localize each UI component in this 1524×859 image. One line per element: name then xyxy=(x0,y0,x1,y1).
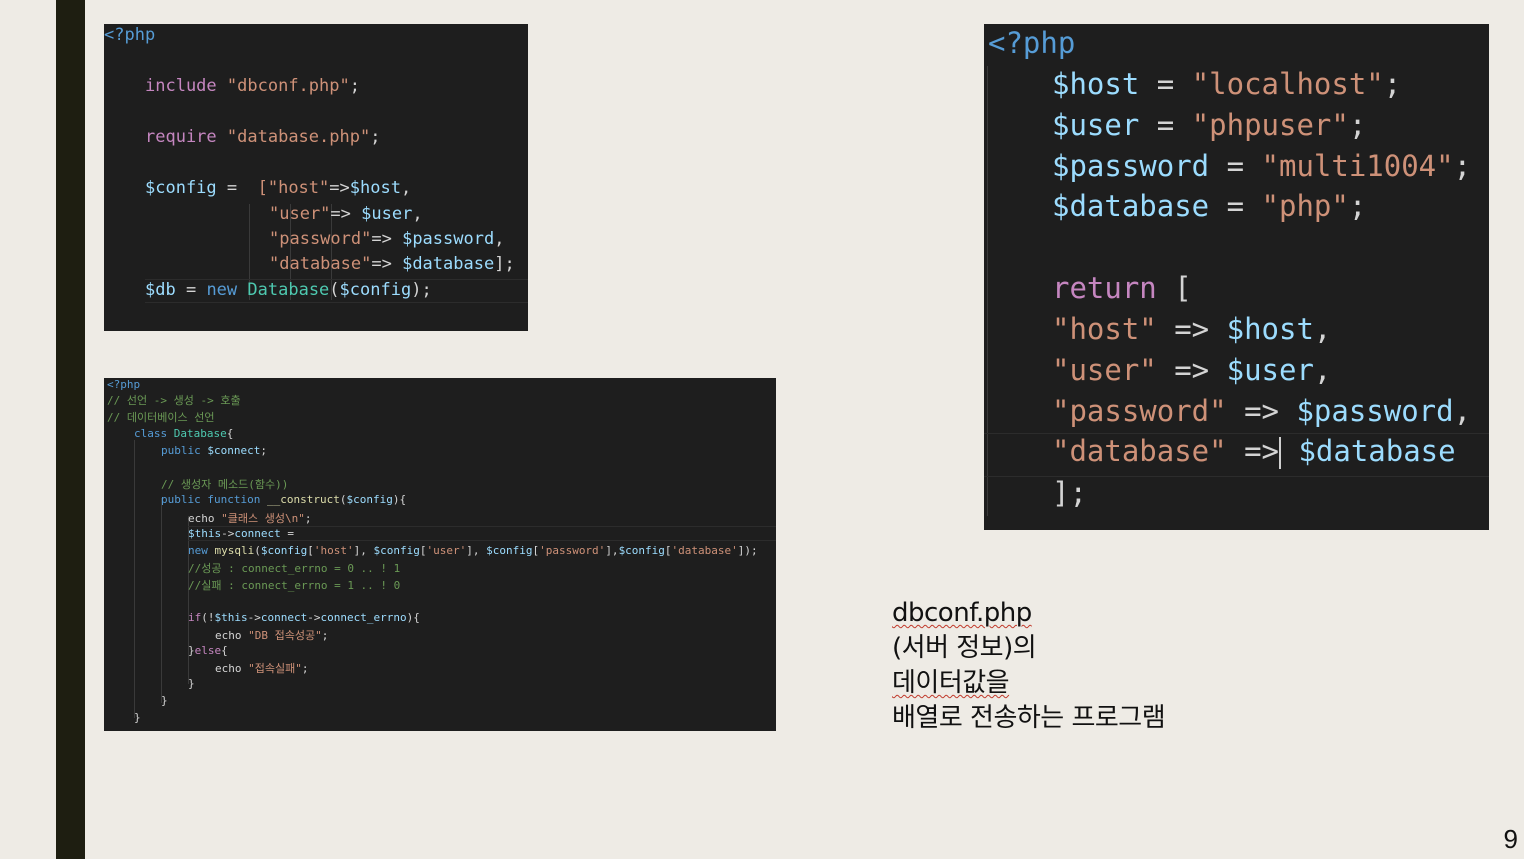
code-line: public function __construct($config){ xyxy=(161,493,407,506)
code-line: $host = "localhost"; xyxy=(1052,67,1402,101)
code-line: <?php xyxy=(988,26,1076,60)
code-line: }else{ xyxy=(188,644,228,657)
code-screenshot-main: <?php include "dbconf.php"; require "dat… xyxy=(104,24,528,331)
code-line: // 생성자 메소드(함수)) xyxy=(161,478,289,491)
code-line: echo "클래스 생성\n"; xyxy=(188,512,312,525)
code-line: "user" => $user, xyxy=(1052,353,1332,387)
code-line: "user"=> $user, xyxy=(269,204,423,224)
code-line: return [ xyxy=(1052,271,1192,305)
text-cursor xyxy=(1279,437,1281,469)
code-line: ]; xyxy=(1052,476,1087,510)
code-line: include "dbconf.php"; xyxy=(145,76,360,96)
code-line: <?php xyxy=(107,378,141,391)
code-line: $user = "phpuser"; xyxy=(1052,108,1367,142)
code-line: } xyxy=(134,711,141,724)
code-line: } xyxy=(188,677,195,690)
code-line: "database"=> $database]; xyxy=(269,254,515,274)
caption-line-1: dbconf.php (서버 정보)의 데이터값을 xyxy=(892,598,1037,698)
code-line: $password = "multi1004"; xyxy=(1052,149,1472,183)
code-line-current: $db = new Database($config); xyxy=(145,279,528,303)
code-line: new mysqli($config['host'], $config['use… xyxy=(188,544,758,557)
code-line: "host" => $host, xyxy=(1052,312,1332,346)
code-line-current: "database" => $database xyxy=(984,433,1489,477)
slide-caption: dbconf.php (서버 정보)의 데이터값을 배열로 전송하는 프로그램 xyxy=(892,596,1452,736)
code-line: //실패 : connect_errno = 1 .. ! 0 xyxy=(188,579,401,592)
page-number: 9 xyxy=(1503,824,1518,854)
code-line: echo "DB 접속성공"; xyxy=(215,629,329,642)
code-line: "password"=> $password, xyxy=(269,229,505,249)
code-line: $database = "php"; xyxy=(1052,189,1367,223)
code-line: // 데이터베이스 선언 xyxy=(107,411,215,424)
code-line: // 선언 -> 생성 -> 호출 xyxy=(107,394,241,407)
code-line: "password" => $password, xyxy=(1052,394,1472,428)
code-line: //성공 : connect_errno = 0 .. ! 1 xyxy=(188,562,401,575)
slide-accent-bar xyxy=(56,0,85,859)
code-line: $config = ["host"=>$host, xyxy=(145,178,412,198)
code-screenshot-database-class: <?php // 선언 -> 생성 -> 호출 // 데이터베이스 선언 cla… xyxy=(104,378,776,731)
code-line: require "database.php"; xyxy=(145,127,381,147)
code-line: class Database{ xyxy=(134,427,234,440)
code-line: echo "접속실패"; xyxy=(215,662,309,675)
code-line-current: $this->connect = xyxy=(188,526,776,541)
code-line: public $connect; xyxy=(161,444,267,457)
code-line: } xyxy=(161,694,168,707)
code-line: <?php xyxy=(104,25,156,45)
code-screenshot-dbconf: <?php $host = "localhost"; $user = "phpu… xyxy=(984,24,1489,530)
code-line: if(!$this->connect->connect_errno){ xyxy=(188,611,420,624)
caption-line-2: 배열로 전송하는 프로그램 xyxy=(892,703,1166,733)
